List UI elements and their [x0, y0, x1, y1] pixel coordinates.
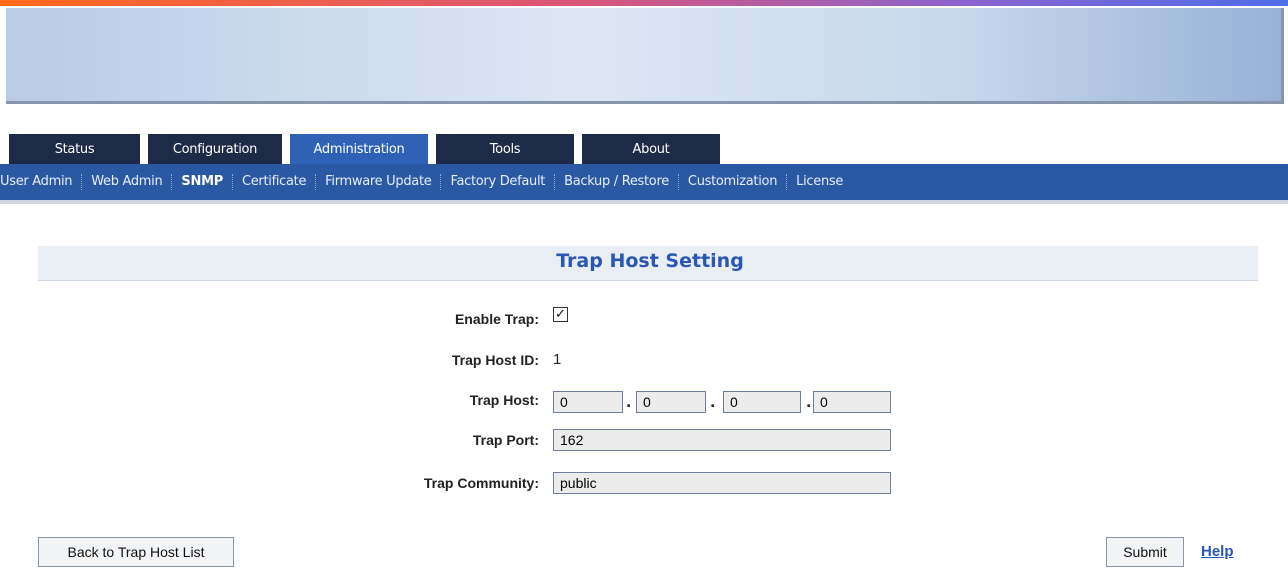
sub-navigation: User Admin Web Admin SNMP Certificate Fi… — [0, 164, 1288, 204]
trap-community-input[interactable] — [553, 472, 891, 494]
ip-separator: . — [710, 395, 716, 411]
trap-host-label: Trap Host: — [469, 392, 539, 408]
trap-community-label: Trap Community: — [423, 475, 539, 491]
subnav-snmp[interactable]: SNMP — [172, 174, 233, 190]
tab-tools[interactable]: Tools — [436, 134, 574, 164]
trap-host-octet-3[interactable] — [723, 391, 801, 413]
checkmark-icon: ✓ — [555, 307, 566, 322]
tab-about[interactable]: About — [582, 134, 720, 164]
enable-trap-checkbox[interactable]: ✓ — [553, 307, 568, 322]
trap-host-octet-1[interactable] — [553, 391, 623, 413]
trap-host-id-label: Trap Host ID: — [451, 352, 539, 368]
subnav-user-admin[interactable]: User Admin — [0, 174, 83, 190]
trap-host-id-value: 1 — [553, 351, 562, 368]
tab-configuration[interactable]: Configuration — [148, 134, 282, 164]
enable-trap-label: Enable Trap: — [454, 311, 539, 327]
subnav-factory-default[interactable]: Factory Default — [441, 174, 556, 190]
trap-port-input[interactable] — [553, 429, 891, 451]
main-tabs: Status Configuration Administration Tool… — [9, 134, 728, 164]
top-accent-line — [0, 0, 1288, 6]
ip-separator: . — [806, 395, 812, 411]
subnav-backup-restore[interactable]: Backup / Restore — [555, 174, 679, 190]
subnav-customization[interactable]: Customization — [679, 174, 788, 190]
trap-host-octet-2[interactable] — [636, 391, 706, 413]
subnav-license[interactable]: License — [787, 174, 852, 190]
trap-port-label: Trap Port: — [472, 432, 539, 448]
tab-status[interactable]: Status — [9, 134, 140, 164]
header-banner — [6, 8, 1284, 104]
subnav-firmware-update[interactable]: Firmware Update — [316, 174, 442, 190]
submit-button[interactable]: Submit — [1106, 537, 1184, 567]
ip-separator: . — [626, 395, 632, 411]
help-link[interactable]: Help — [1201, 543, 1234, 560]
tab-administration[interactable]: Administration — [290, 134, 428, 164]
back-to-trap-host-list-button[interactable]: Back to Trap Host List — [38, 537, 234, 567]
subnav-certificate[interactable]: Certificate — [233, 174, 317, 190]
page-title: Trap Host Setting — [556, 250, 744, 272]
trap-host-octet-4[interactable] — [813, 391, 891, 413]
subnav-web-admin[interactable]: Web Admin — [82, 174, 173, 190]
